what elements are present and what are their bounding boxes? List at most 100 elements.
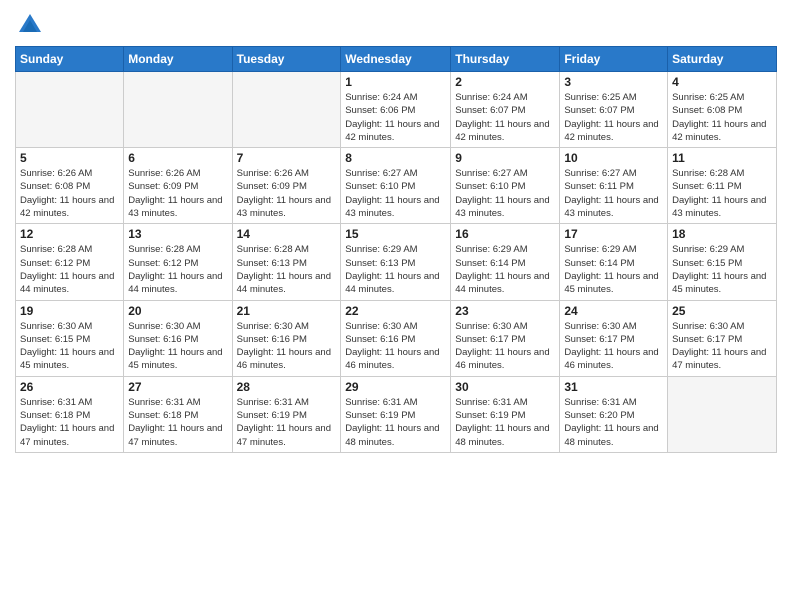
day-info: Sunrise: 6:28 AMSunset: 6:12 PMDaylight:… [20,243,119,296]
day-info: Sunrise: 6:30 AMSunset: 6:17 PMDaylight:… [672,320,772,373]
day-number: 21 [237,304,337,318]
day-number: 4 [672,75,772,89]
day-number: 13 [128,227,227,241]
day-number: 18 [672,227,772,241]
calendar-week-row: 19 Sunrise: 6:30 AMSunset: 6:15 PMDayligh… [16,300,777,376]
weekday-header: Wednesday [341,47,451,72]
day-number: 17 [564,227,663,241]
day-info: Sunrise: 6:30 AMSunset: 6:16 PMDaylight:… [345,320,446,373]
calendar-cell: 9Sunrise: 6:27 AMSunset: 6:10 PMDaylight… [451,148,560,224]
calendar-cell: 20 Sunrise: 6:30 AMSunset: 6:16 PMDayligh… [124,300,232,376]
day-info: Sunrise: 6:29 AMSunset: 6:14 PMDaylight:… [564,243,663,296]
day-info: Sunrise: 6:31 AMSunset: 6:18 PMDaylight:… [128,396,227,449]
weekday-header: Monday [124,47,232,72]
calendar-cell: 29 Sunrise: 6:31 AMSunset: 6:19 PMDayligh… [341,376,451,452]
weekday-header: Tuesday [232,47,341,72]
day-number: 5 [20,151,119,165]
day-number: 24 [564,304,663,318]
logo [15,10,49,40]
day-info: Sunrise: 6:25 AMSunset: 6:08 PMDaylight:… [672,91,772,144]
calendar-cell: 5Sunrise: 6:26 AMSunset: 6:08 PMDaylight… [16,148,124,224]
weekday-header: Thursday [451,47,560,72]
day-number: 10 [564,151,663,165]
calendar-cell: 4 Sunrise: 6:25 AMSunset: 6:08 PMDaylight… [668,72,777,148]
calendar-week-row: 1Sunrise: 6:24 AMSunset: 6:06 PMDaylight… [16,72,777,148]
day-info: Sunrise: 6:24 AMSunset: 6:07 PMDaylight:… [455,91,555,144]
calendar-cell: 30 Sunrise: 6:31 AMSunset: 6:19 PMDayligh… [451,376,560,452]
calendar-cell [16,72,124,148]
calendar-cell: 31 Sunrise: 6:31 AMSunset: 6:20 PMDayligh… [560,376,668,452]
day-number: 22 [345,304,446,318]
calendar-cell: 27 Sunrise: 6:31 AMSunset: 6:18 PMDayligh… [124,376,232,452]
day-number: 25 [672,304,772,318]
day-info: Sunrise: 6:29 AMSunset: 6:15 PMDaylight:… [672,243,772,296]
calendar-cell: 6 Sunrise: 6:26 AMSunset: 6:09 PMDaylight… [124,148,232,224]
calendar-cell: 11 Sunrise: 6:28 AMSunset: 6:11 PMDayligh… [668,148,777,224]
day-number: 7 [237,151,337,165]
day-number: 27 [128,380,227,394]
day-number: 23 [455,304,555,318]
calendar-cell: 17 Sunrise: 6:29 AMSunset: 6:14 PMDayligh… [560,224,668,300]
day-info: Sunrise: 6:31 AMSunset: 6:20 PMDaylight:… [564,396,663,449]
day-number: 11 [672,151,772,165]
day-number: 31 [564,380,663,394]
day-number: 9 [455,151,555,165]
calendar-cell: 15Sunrise: 6:29 AMSunset: 6:13 PMDayligh… [341,224,451,300]
day-number: 16 [455,227,555,241]
day-info: Sunrise: 6:27 AMSunset: 6:10 PMDaylight:… [345,167,446,220]
day-info: Sunrise: 6:31 AMSunset: 6:19 PMDaylight:… [455,396,555,449]
calendar-cell: 25 Sunrise: 6:30 AMSunset: 6:17 PMDayligh… [668,300,777,376]
calendar-cell: 23 Sunrise: 6:30 AMSunset: 6:17 PMDayligh… [451,300,560,376]
page: SundayMondayTuesdayWednesdayThursdayFrid… [0,0,792,612]
day-info: Sunrise: 6:31 AMSunset: 6:19 PMDaylight:… [345,396,446,449]
calendar-cell: 3 Sunrise: 6:25 AMSunset: 6:07 PMDaylight… [560,72,668,148]
calendar-cell: 13 Sunrise: 6:28 AMSunset: 6:12 PMDayligh… [124,224,232,300]
day-info: Sunrise: 6:31 AMSunset: 6:18 PMDaylight:… [20,396,119,449]
calendar-cell: 26 Sunrise: 6:31 AMSunset: 6:18 PMDayligh… [16,376,124,452]
calendar-cell: 22 Sunrise: 6:30 AMSunset: 6:16 PMDayligh… [341,300,451,376]
day-info: Sunrise: 6:24 AMSunset: 6:06 PMDaylight:… [345,91,446,144]
day-info: Sunrise: 6:29 AMSunset: 6:13 PMDaylight:… [345,243,446,296]
calendar-cell: 16Sunrise: 6:29 AMSunset: 6:14 PMDayligh… [451,224,560,300]
calendar: SundayMondayTuesdayWednesdayThursdayFrid… [15,46,777,453]
day-number: 29 [345,380,446,394]
day-info: Sunrise: 6:28 AMSunset: 6:11 PMDaylight:… [672,167,772,220]
day-info: Sunrise: 6:30 AMSunset: 6:17 PMDaylight:… [564,320,663,373]
calendar-cell [232,72,341,148]
day-info: Sunrise: 6:30 AMSunset: 6:16 PMDaylight:… [237,320,337,373]
calendar-week-row: 12 Sunrise: 6:28 AMSunset: 6:12 PMDayligh… [16,224,777,300]
day-number: 6 [128,151,227,165]
day-number: 20 [128,304,227,318]
calendar-cell: 7 Sunrise: 6:26 AMSunset: 6:09 PMDaylight… [232,148,341,224]
day-info: Sunrise: 6:26 AMSunset: 6:09 PMDaylight:… [237,167,337,220]
day-number: 26 [20,380,119,394]
calendar-cell: 21 Sunrise: 6:30 AMSunset: 6:16 PMDayligh… [232,300,341,376]
day-info: Sunrise: 6:30 AMSunset: 6:15 PMDaylight:… [20,320,119,373]
day-info: Sunrise: 6:30 AMSunset: 6:16 PMDaylight:… [128,320,227,373]
calendar-cell [668,376,777,452]
day-info: Sunrise: 6:27 AMSunset: 6:11 PMDaylight:… [564,167,663,220]
day-number: 30 [455,380,555,394]
calendar-cell: 28Sunrise: 6:31 AMSunset: 6:19 PMDayligh… [232,376,341,452]
day-info: Sunrise: 6:26 AMSunset: 6:09 PMDaylight:… [128,167,227,220]
calendar-cell [124,72,232,148]
calendar-cell: 19 Sunrise: 6:30 AMSunset: 6:15 PMDayligh… [16,300,124,376]
day-number: 12 [20,227,119,241]
day-number: 19 [20,304,119,318]
day-info: Sunrise: 6:30 AMSunset: 6:17 PMDaylight:… [455,320,555,373]
calendar-cell: 8 Sunrise: 6:27 AMSunset: 6:10 PMDaylight… [341,148,451,224]
calendar-cell: 12 Sunrise: 6:28 AMSunset: 6:12 PMDayligh… [16,224,124,300]
header [15,10,777,40]
day-number: 8 [345,151,446,165]
weekday-header: Sunday [16,47,124,72]
day-number: 3 [564,75,663,89]
weekday-header: Friday [560,47,668,72]
calendar-cell: 10 Sunrise: 6:27 AMSunset: 6:11 PMDayligh… [560,148,668,224]
day-info: Sunrise: 6:28 AMSunset: 6:13 PMDaylight:… [237,243,337,296]
day-info: Sunrise: 6:28 AMSunset: 6:12 PMDaylight:… [128,243,227,296]
calendar-cell: 2Sunrise: 6:24 AMSunset: 6:07 PMDaylight… [451,72,560,148]
calendar-cell: 18 Sunrise: 6:29 AMSunset: 6:15 PMDayligh… [668,224,777,300]
day-info: Sunrise: 6:25 AMSunset: 6:07 PMDaylight:… [564,91,663,144]
day-number: 28 [237,380,337,394]
calendar-week-row: 26 Sunrise: 6:31 AMSunset: 6:18 PMDayligh… [16,376,777,452]
